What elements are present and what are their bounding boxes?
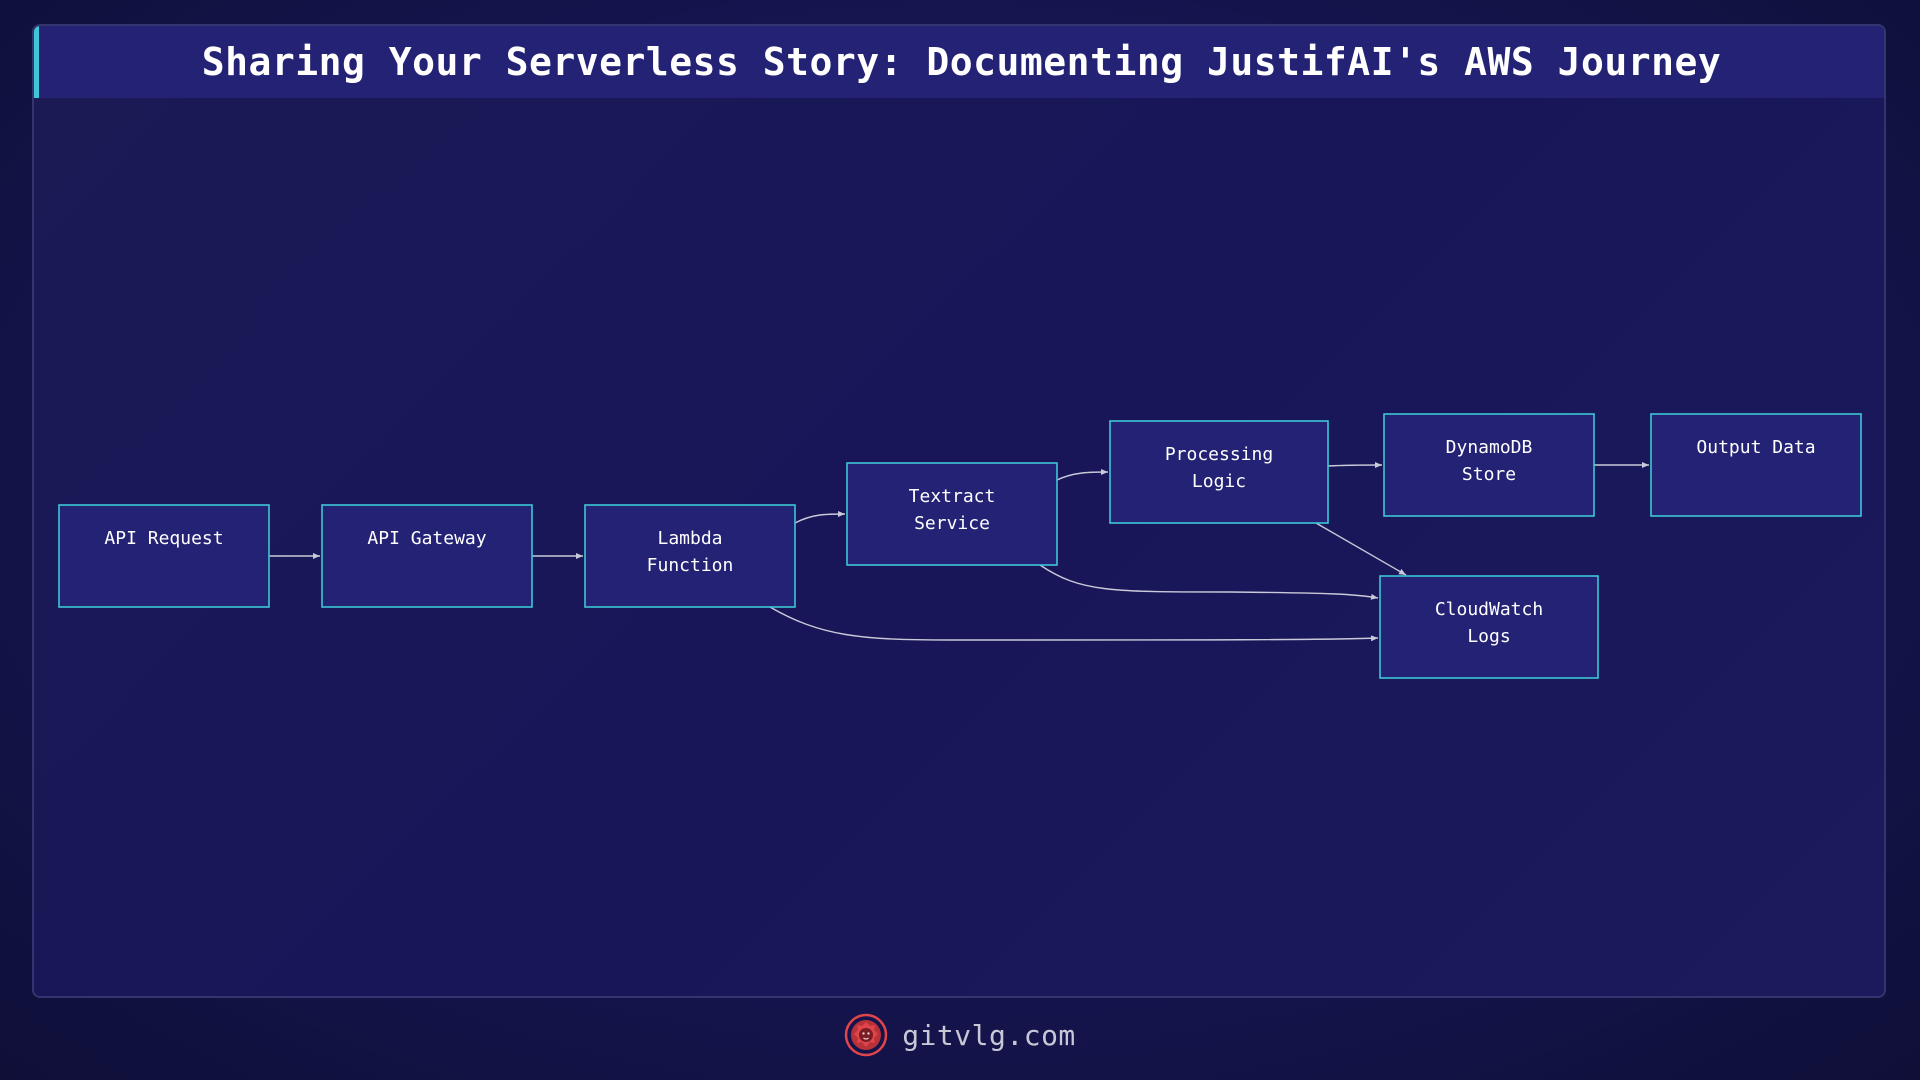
node-label-dynamodb-store: Store xyxy=(1462,464,1516,485)
footer: gitvlg.com xyxy=(0,1010,1920,1060)
node-api-request: API Request xyxy=(58,504,270,608)
node-label-dynamodb-store: DynamoDB xyxy=(1446,437,1533,458)
edge-textract-service-to-processing-logic xyxy=(1056,469,1109,481)
node-box-api-gateway xyxy=(321,504,533,608)
flow-diagram: API Request API Gateway Lambda Function Text… xyxy=(58,413,1862,679)
node-cloudwatch-logs: CloudWatch Logs xyxy=(1379,575,1599,679)
node-label-textract-service: Textract xyxy=(909,486,996,507)
node-label-api-request: API Request xyxy=(104,528,223,549)
edge-lambda-function-to-textract-service xyxy=(794,511,846,524)
node-textract-service: Textract Service xyxy=(846,462,1058,566)
footer-site-label: gitvlg.com xyxy=(902,1018,1076,1052)
node-processing-logic: Processing Logic xyxy=(1109,420,1329,524)
nodes-layer: API Request API Gateway Lambda Function Text… xyxy=(58,413,1862,679)
node-label-lambda-function: Lambda xyxy=(657,528,722,549)
node-label-cloudwatch-logs: CloudWatch xyxy=(1435,599,1543,620)
node-label-processing-logic: Logic xyxy=(1192,471,1246,492)
edge-processing-logic-to-cloudwatch-logs xyxy=(1315,522,1407,576)
node-dynamodb-store: DynamoDB Store xyxy=(1383,413,1595,517)
node-box-output-data xyxy=(1650,413,1862,517)
node-output-data: Output Data xyxy=(1650,413,1862,517)
node-label-api-gateway: API Gateway xyxy=(367,528,486,549)
node-label-output-data: Output Data xyxy=(1696,437,1815,458)
node-label-cloudwatch-logs: Logs xyxy=(1467,626,1510,647)
edge-lambda-function-to-cloudwatch-logs xyxy=(769,606,1379,642)
edge-textract-service-to-cloudwatch-logs xyxy=(1039,564,1379,600)
page-background: Sharing Your Serverless Story: Documenti… xyxy=(0,0,1920,1080)
node-lambda-function: Lambda Function xyxy=(584,504,796,608)
node-label-lambda-function: Function xyxy=(647,555,734,576)
node-label-processing-logic: Processing xyxy=(1165,444,1273,465)
node-api-gateway: API Gateway xyxy=(321,504,533,608)
edge-processing-logic-to-dynamodb-store xyxy=(1327,462,1383,469)
lion-logo-icon xyxy=(844,1013,888,1057)
node-label-textract-service: Service xyxy=(914,513,990,534)
node-box-api-request xyxy=(58,504,270,608)
